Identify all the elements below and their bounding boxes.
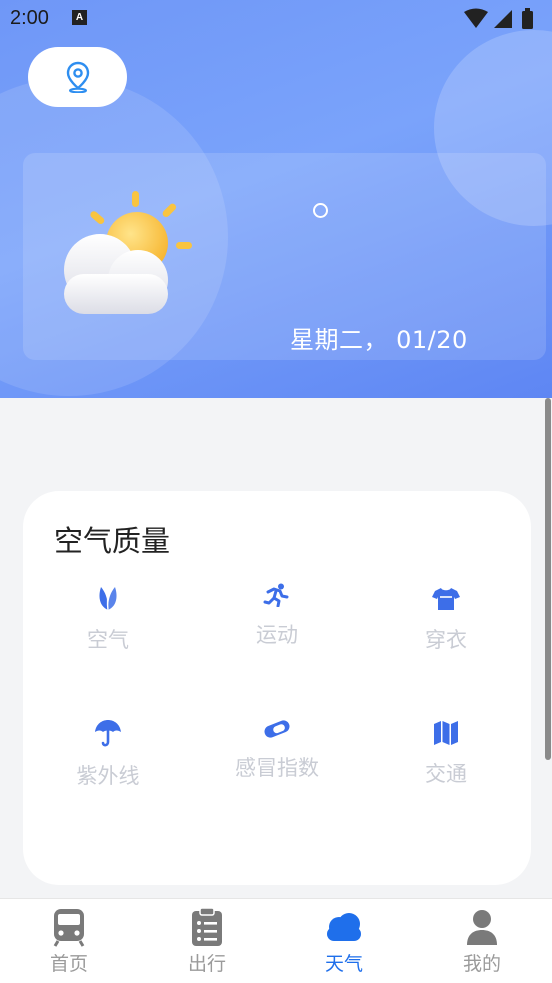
nav-item-weather[interactable]: 天气: [304, 907, 384, 976]
index-item-label: 紫外线: [76, 764, 140, 788]
nav-label: 天气: [324, 953, 363, 975]
index-item-sport[interactable]: 运动: [217, 583, 337, 649]
location-pin-icon: [66, 61, 89, 93]
map-icon: [434, 721, 458, 745]
nav-label: 首页: [49, 953, 88, 975]
index-item-label: 感冒指数: [235, 756, 319, 780]
clipboard-list-icon: [192, 907, 222, 946]
index-item-air[interactable]: 空气: [48, 584, 168, 654]
status-icons: [464, 8, 533, 29]
signal-icon: [494, 10, 512, 28]
air-quality-title: 空气质量: [54, 524, 171, 558]
index-item-label: 交通: [425, 762, 467, 786]
status-time: 2:00: [10, 7, 49, 29]
user-icon: [467, 910, 497, 945]
index-item-label: 穿衣: [425, 628, 467, 652]
index-item-label: 空气: [87, 628, 129, 652]
nav-label: 出行: [187, 953, 226, 975]
leaf-icon: [99, 587, 117, 611]
temperature-degree-icon: [313, 203, 328, 218]
notification-icon: A: [72, 10, 87, 25]
battery-icon: [522, 11, 533, 29]
bottom-nav: 首页 出行 天气 我的: [0, 898, 552, 983]
nav-label: 我的: [462, 953, 501, 975]
umbrella-icon: [95, 720, 121, 747]
nav-item-travel[interactable]: 出行: [167, 907, 247, 976]
cloud-icon: [327, 913, 361, 941]
nav-item-home[interactable]: 首页: [29, 907, 109, 976]
location-button[interactable]: [28, 47, 127, 107]
index-item-uv[interactable]: 紫外线: [48, 718, 168, 790]
weather-date: 星期二， 01/20: [290, 326, 468, 354]
index-item-cold[interactable]: 感冒指数: [217, 718, 337, 782]
index-item-traffic[interactable]: 交通: [386, 720, 506, 788]
status-bar: 2:00 A: [0, 0, 552, 36]
train-icon: [53, 909, 85, 947]
running-icon: [263, 583, 289, 607]
pill-icon: [264, 720, 290, 738]
index-item-label: 运动: [256, 623, 298, 647]
index-item-clothing[interactable]: 穿衣: [386, 586, 506, 654]
partly-cloudy-icon: [64, 191, 192, 314]
wifi-icon: [464, 8, 488, 28]
scrollbar[interactable]: [545, 398, 551, 760]
nav-item-mine[interactable]: 我的: [442, 907, 522, 976]
shirt-icon: [432, 588, 460, 610]
